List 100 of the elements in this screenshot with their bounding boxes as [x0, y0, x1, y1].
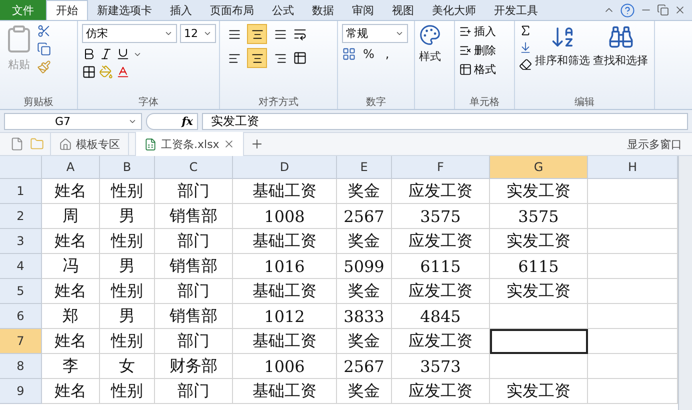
- column-header[interactable]: A: [42, 156, 100, 179]
- table-cell: 性别: [100, 279, 155, 304]
- font-family-field[interactable]: 仿宋: [82, 24, 177, 43]
- comma-button[interactable]: ,: [381, 47, 394, 61]
- table-cell: 应发工资: [392, 279, 490, 304]
- table-cell: 1012: [233, 304, 337, 329]
- menu-tab[interactable]: 新建选项卡: [88, 0, 161, 20]
- table-cell: 周: [42, 204, 100, 229]
- column-header[interactable]: H: [588, 156, 678, 179]
- table-cell: 财务部: [155, 354, 233, 379]
- menu-tab[interactable]: 文件: [0, 0, 46, 20]
- cells-menu-button[interactable]: 插入: [459, 24, 496, 39]
- row-header[interactable]: 1: [0, 179, 42, 204]
- column-header[interactable]: F: [392, 156, 490, 179]
- number-format-field[interactable]: 常规: [342, 24, 408, 43]
- name-box[interactable]: G7: [4, 112, 142, 130]
- cells-menu-button[interactable]: 格式: [459, 62, 496, 77]
- add-tab-icon: [250, 137, 264, 151]
- cells-menu-button[interactable]: 删除: [459, 43, 496, 58]
- sort-filter-button[interactable]: 排序和筛选: [535, 24, 590, 68]
- cells-icon: [459, 25, 472, 38]
- column-header[interactable]: B: [100, 156, 155, 179]
- table-cell: 销售部: [155, 204, 233, 229]
- menu-tab[interactable]: 视图: [383, 0, 423, 20]
- column-header[interactable]: D: [233, 156, 337, 179]
- table-cell: 女: [100, 354, 155, 379]
- align-icon: [274, 28, 286, 40]
- row-header[interactable]: 9: [0, 379, 42, 404]
- home-icon: [59, 138, 72, 150]
- table-cell: 冯: [42, 254, 100, 279]
- document-tab[interactable]: 工资条.xlsx: [135, 132, 244, 156]
- table-cell: 部门: [155, 379, 233, 404]
- cells-icon: [459, 44, 472, 57]
- percent-button[interactable]: %: [359, 47, 378, 61]
- table-cell: 6115: [490, 254, 588, 279]
- multi-window-button[interactable]: 显示多窗口: [627, 136, 682, 152]
- styles-icon: [419, 24, 441, 46]
- row-header[interactable]: 6: [0, 304, 42, 329]
- table-cell: 2567: [337, 204, 392, 229]
- copy-icon: [37, 42, 51, 56]
- table-cell: 3575: [490, 204, 588, 229]
- menu-tab[interactable]: 开发工具: [485, 0, 547, 20]
- table-cell: 姓名: [42, 279, 100, 304]
- menu-tab[interactable]: 开始: [46, 0, 88, 20]
- underline-icon: [116, 47, 130, 61]
- table-cell: 李: [42, 354, 100, 379]
- font-size-field[interactable]: 12: [180, 24, 216, 43]
- table-cell: 姓名: [42, 379, 100, 404]
- table-cell: 奖金: [337, 279, 392, 304]
- align-button[interactable]: [247, 48, 267, 68]
- table-cell: 3833: [337, 304, 392, 329]
- menu-tab[interactable]: 页面布局: [201, 0, 263, 20]
- formula-field[interactable]: 实发工资: [202, 112, 688, 130]
- menu-tab[interactable]: 审阅: [343, 0, 383, 20]
- table-cell: 部门: [155, 229, 233, 254]
- caret-icon: [164, 29, 173, 38]
- sum-icon: [519, 24, 532, 37]
- row-header[interactable]: 8: [0, 354, 42, 379]
- align-icon: [250, 52, 264, 64]
- column-header[interactable]: E: [337, 156, 392, 179]
- borders-icon: [82, 65, 96, 79]
- row-header[interactable]: 7: [0, 329, 42, 354]
- menu-tab[interactable]: 插入: [161, 0, 201, 20]
- menu-tab[interactable]: 数据: [303, 0, 343, 20]
- table-cell: 1008: [233, 204, 337, 229]
- menu-tab[interactable]: 公式: [263, 0, 303, 20]
- table-cell: 5099: [337, 254, 392, 279]
- table-cell: 性别: [100, 329, 155, 354]
- table-cell: 2567: [337, 354, 392, 379]
- row-header[interactable]: 4: [0, 254, 42, 279]
- column-header[interactable]: G: [490, 156, 588, 179]
- table-cell: 应发工资: [392, 229, 490, 254]
- align-button[interactable]: [247, 24, 267, 44]
- table-cell: 应发工资: [392, 179, 490, 204]
- fill-icon: [519, 41, 532, 54]
- restore-icon: [657, 4, 669, 16]
- vertical-scrollbar[interactable]: [678, 156, 692, 410]
- row-header[interactable]: 5: [0, 279, 42, 304]
- column-header[interactable]: C: [155, 156, 233, 179]
- table-cell: 应发工资: [392, 379, 490, 404]
- group-label: 编辑: [574, 96, 596, 109]
- insert-function-button[interactable]: fx: [146, 112, 198, 130]
- eraser-icon: [519, 58, 532, 71]
- find-select-button[interactable]: 查找和选择: [593, 24, 648, 68]
- table-cell: 奖金: [337, 379, 392, 404]
- row-header[interactable]: 2: [0, 204, 42, 229]
- group-label: 数字: [365, 96, 387, 109]
- row-header[interactable]: 3: [0, 229, 42, 254]
- folder-icon: [30, 137, 44, 151]
- brush-icon: [37, 60, 51, 74]
- font-color-icon: [116, 65, 130, 79]
- table-cell: 奖金: [337, 229, 392, 254]
- new-file-icon: [10, 137, 24, 151]
- group-label: 字体: [138, 96, 160, 109]
- align-icon: [274, 52, 286, 64]
- menu-tab[interactable]: 美化大师: [423, 0, 485, 20]
- styles-button[interactable]: 样式: [419, 24, 441, 64]
- wrap-text-icon: [293, 27, 307, 41]
- binoculars-icon: [608, 24, 634, 50]
- table-cell: 基础工资: [233, 329, 337, 354]
